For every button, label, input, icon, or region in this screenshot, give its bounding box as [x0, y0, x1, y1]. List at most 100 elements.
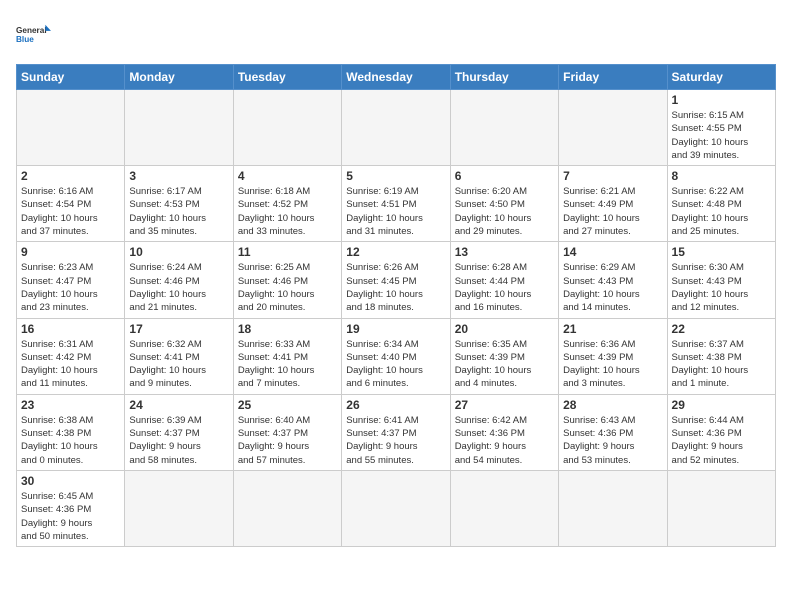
- day-info: Sunrise: 6:44 AM Sunset: 4:36 PM Dayligh…: [672, 414, 771, 467]
- day-info: Sunrise: 6:21 AM Sunset: 4:49 PM Dayligh…: [563, 185, 662, 238]
- day-number: 17: [129, 322, 228, 336]
- day-number: 30: [21, 474, 120, 488]
- day-info: Sunrise: 6:15 AM Sunset: 4:55 PM Dayligh…: [672, 109, 771, 162]
- day-number: 22: [672, 322, 771, 336]
- calendar-cell: 2Sunrise: 6:16 AM Sunset: 4:54 PM Daylig…: [17, 166, 125, 242]
- day-info: Sunrise: 6:25 AM Sunset: 4:46 PM Dayligh…: [238, 261, 337, 314]
- logo: GeneralBlue: [16, 16, 52, 52]
- calendar-cell: 25 Sunrise: 6:40 AM Sunset: 4:37 PM Dayli…: [233, 394, 341, 470]
- day-number: 25: [238, 398, 337, 412]
- calendar-cell: [450, 90, 558, 166]
- calendar-cell: [342, 470, 450, 546]
- calendar-cell: 21 Sunrise: 6:36 AM Sunset: 4:39 PM Dayli…: [559, 318, 667, 394]
- calendar-header-monday: Monday: [125, 65, 233, 90]
- day-number: 15: [672, 245, 771, 259]
- logo-icon: GeneralBlue: [16, 16, 52, 52]
- calendar-cell: 4 Sunrise: 6:18 AM Sunset: 4:52 PM Daylig…: [233, 166, 341, 242]
- day-number: 21: [563, 322, 662, 336]
- calendar-cell: 23Sunrise: 6:38 AM Sunset: 4:38 PM Dayli…: [17, 394, 125, 470]
- day-info: Sunrise: 6:35 AM Sunset: 4:39 PM Dayligh…: [455, 338, 554, 391]
- calendar-week-row: 2Sunrise: 6:16 AM Sunset: 4:54 PM Daylig…: [17, 166, 776, 242]
- day-number: 16: [21, 322, 120, 336]
- calendar-cell: 13 Sunrise: 6:28 AM Sunset: 4:44 PM Dayli…: [450, 242, 558, 318]
- day-number: 28: [563, 398, 662, 412]
- calendar-cell: [233, 470, 341, 546]
- day-number: 4: [238, 169, 337, 183]
- calendar-cell: 10 Sunrise: 6:24 AM Sunset: 4:46 PM Dayli…: [125, 242, 233, 318]
- day-info: Sunrise: 6:42 AM Sunset: 4:36 PM Dayligh…: [455, 414, 554, 467]
- calendar-cell: 19Sunrise: 6:34 AM Sunset: 4:40 PM Dayli…: [342, 318, 450, 394]
- calendar-cell: [559, 470, 667, 546]
- day-number: 2: [21, 169, 120, 183]
- calendar-cell: 8Sunrise: 6:22 AM Sunset: 4:48 PM Daylig…: [667, 166, 775, 242]
- day-number: 10: [129, 245, 228, 259]
- svg-text:General: General: [16, 26, 47, 35]
- day-number: 27: [455, 398, 554, 412]
- day-info: Sunrise: 6:33 AM Sunset: 4:41 PM Dayligh…: [238, 338, 337, 391]
- calendar-cell: 9 Sunrise: 6:23 AM Sunset: 4:47 PM Daylig…: [17, 242, 125, 318]
- day-number: 11: [238, 245, 337, 259]
- day-info: Sunrise: 6:30 AM Sunset: 4:43 PM Dayligh…: [672, 261, 771, 314]
- calendar-cell: 7 Sunrise: 6:21 AM Sunset: 4:49 PM Daylig…: [559, 166, 667, 242]
- day-info: Sunrise: 6:26 AM Sunset: 4:45 PM Dayligh…: [346, 261, 445, 314]
- day-number: 12: [346, 245, 445, 259]
- calendar-week-row: 30 Sunrise: 6:45 AM Sunset: 4:36 PM Dayli…: [17, 470, 776, 546]
- day-info: Sunrise: 6:40 AM Sunset: 4:37 PM Dayligh…: [238, 414, 337, 467]
- day-info: Sunrise: 6:32 AM Sunset: 4:41 PM Dayligh…: [129, 338, 228, 391]
- calendar-cell: 6Sunrise: 6:20 AM Sunset: 4:50 PM Daylig…: [450, 166, 558, 242]
- calendar-cell: 29Sunrise: 6:44 AM Sunset: 4:36 PM Dayli…: [667, 394, 775, 470]
- day-info: Sunrise: 6:24 AM Sunset: 4:46 PM Dayligh…: [129, 261, 228, 314]
- day-info: Sunrise: 6:38 AM Sunset: 4:38 PM Dayligh…: [21, 414, 120, 467]
- day-number: 9: [21, 245, 120, 259]
- calendar-cell: 20 Sunrise: 6:35 AM Sunset: 4:39 PM Dayli…: [450, 318, 558, 394]
- calendar-cell: 5 Sunrise: 6:19 AM Sunset: 4:51 PM Daylig…: [342, 166, 450, 242]
- calendar-header-saturday: Saturday: [667, 65, 775, 90]
- calendar-cell: 22 Sunrise: 6:37 AM Sunset: 4:38 PM Dayli…: [667, 318, 775, 394]
- calendar-week-row: 1Sunrise: 6:15 AM Sunset: 4:55 PM Daylig…: [17, 90, 776, 166]
- header: GeneralBlue: [16, 16, 776, 52]
- day-number: 5: [346, 169, 445, 183]
- calendar-cell: [17, 90, 125, 166]
- calendar-cell: [125, 90, 233, 166]
- day-number: 7: [563, 169, 662, 183]
- day-info: Sunrise: 6:43 AM Sunset: 4:36 PM Dayligh…: [563, 414, 662, 467]
- day-info: Sunrise: 6:22 AM Sunset: 4:48 PM Dayligh…: [672, 185, 771, 238]
- day-number: 6: [455, 169, 554, 183]
- day-number: 13: [455, 245, 554, 259]
- day-info: Sunrise: 6:41 AM Sunset: 4:37 PM Dayligh…: [346, 414, 445, 467]
- day-info: Sunrise: 6:45 AM Sunset: 4:36 PM Dayligh…: [21, 490, 120, 543]
- calendar-cell: 11 Sunrise: 6:25 AM Sunset: 4:46 PM Dayli…: [233, 242, 341, 318]
- day-number: 26: [346, 398, 445, 412]
- calendar-cell: 18Sunrise: 6:33 AM Sunset: 4:41 PM Dayli…: [233, 318, 341, 394]
- day-number: 3: [129, 169, 228, 183]
- calendar-header-friday: Friday: [559, 65, 667, 90]
- calendar-cell: [450, 470, 558, 546]
- day-number: 19: [346, 322, 445, 336]
- day-info: Sunrise: 6:29 AM Sunset: 4:43 PM Dayligh…: [563, 261, 662, 314]
- svg-text:Blue: Blue: [16, 35, 34, 44]
- calendar-cell: 24Sunrise: 6:39 AM Sunset: 4:37 PM Dayli…: [125, 394, 233, 470]
- calendar-header-row: SundayMondayTuesdayWednesdayThursdayFrid…: [17, 65, 776, 90]
- day-number: 14: [563, 245, 662, 259]
- calendar-cell: 14 Sunrise: 6:29 AM Sunset: 4:43 PM Dayli…: [559, 242, 667, 318]
- day-info: Sunrise: 6:37 AM Sunset: 4:38 PM Dayligh…: [672, 338, 771, 391]
- calendar-week-row: 9 Sunrise: 6:23 AM Sunset: 4:47 PM Daylig…: [17, 242, 776, 318]
- calendar-cell: 27 Sunrise: 6:42 AM Sunset: 4:36 PM Dayli…: [450, 394, 558, 470]
- calendar-header-sunday: Sunday: [17, 65, 125, 90]
- calendar-cell: 30 Sunrise: 6:45 AM Sunset: 4:36 PM Dayli…: [17, 470, 125, 546]
- calendar-header-wednesday: Wednesday: [342, 65, 450, 90]
- calendar-cell: [125, 470, 233, 546]
- day-info: Sunrise: 6:28 AM Sunset: 4:44 PM Dayligh…: [455, 261, 554, 314]
- calendar-cell: 17 Sunrise: 6:32 AM Sunset: 4:41 PM Dayli…: [125, 318, 233, 394]
- day-info: Sunrise: 6:23 AM Sunset: 4:47 PM Dayligh…: [21, 261, 120, 314]
- calendar-cell: 28 Sunrise: 6:43 AM Sunset: 4:36 PM Dayli…: [559, 394, 667, 470]
- calendar-table: SundayMondayTuesdayWednesdayThursdayFrid…: [16, 64, 776, 547]
- calendar-cell: [559, 90, 667, 166]
- day-info: Sunrise: 6:18 AM Sunset: 4:52 PM Dayligh…: [238, 185, 337, 238]
- calendar-cell: [667, 470, 775, 546]
- day-info: Sunrise: 6:36 AM Sunset: 4:39 PM Dayligh…: [563, 338, 662, 391]
- calendar-cell: 15 Sunrise: 6:30 AM Sunset: 4:43 PM Dayli…: [667, 242, 775, 318]
- day-number: 20: [455, 322, 554, 336]
- day-info: Sunrise: 6:19 AM Sunset: 4:51 PM Dayligh…: [346, 185, 445, 238]
- calendar-cell: 26 Sunrise: 6:41 AM Sunset: 4:37 PM Dayli…: [342, 394, 450, 470]
